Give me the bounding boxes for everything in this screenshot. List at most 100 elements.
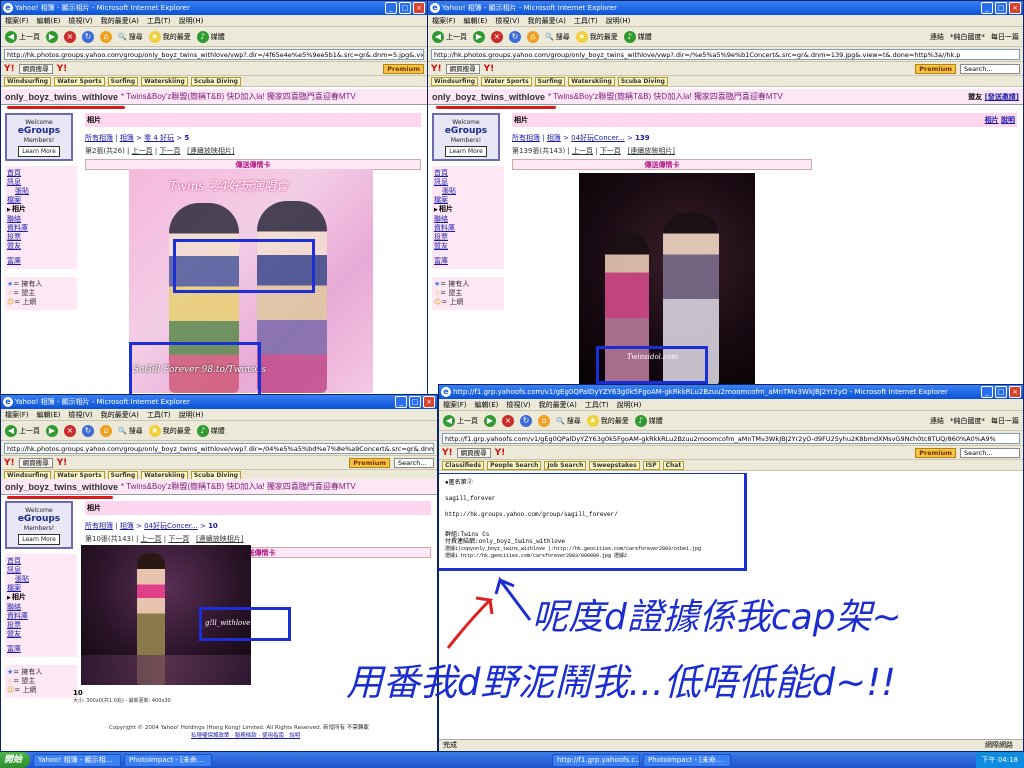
crumb-all-albums[interactable]: 所有相簿 <box>85 522 113 530</box>
media-button[interactable]: ♪ 媒體 <box>196 30 225 43</box>
premium-button[interactable]: Premium <box>349 457 390 468</box>
stop-button[interactable]: × <box>64 30 76 43</box>
next-link[interactable]: 下一頁 <box>159 147 180 155</box>
menu-favorites[interactable]: 我的最愛(A) <box>101 409 139 420</box>
system-tray-clock[interactable]: 下午 04:18 <box>975 752 1024 768</box>
window-4-titlebar[interactable]: e http://f1.grp.yahoofs.com/v1/gEg0QPalD… <box>439 385 1023 399</box>
group-name[interactable]: only_boyz_twins_withlove <box>5 92 118 102</box>
menu-tools[interactable]: 工具(T) <box>147 409 171 420</box>
group-name[interactable]: only_boyz_twins_withlove <box>5 482 118 492</box>
sidebar-item-database[interactable]: 資料庫 <box>7 612 75 621</box>
menu-view[interactable]: 檢視(V) <box>68 15 92 26</box>
yahoo-mail-icon[interactable]: Y! <box>495 448 506 458</box>
send-card-link[interactable]: 傳送傳情卡 <box>512 159 812 170</box>
prev-link[interactable]: 上一頁 <box>141 535 162 543</box>
back-button[interactable]: ◀ 上一頁 <box>5 30 40 43</box>
group-name[interactable]: only_boyz_twins_withlove <box>432 92 545 102</box>
ie-window-1[interactable]: e Yahoo! 相簿 - 顯示相片 - Microsoft Internet … <box>0 0 428 395</box>
photos-link[interactable]: 相片 <box>985 116 999 124</box>
link-waterskiing[interactable]: Waterskiing <box>568 76 615 86</box>
sidebar-item-polls[interactable]: 投票 <box>7 233 75 242</box>
sidebar-item-files[interactable]: 檔案 <box>434 196 502 205</box>
favorites-button[interactable]: ★ 我的最愛 <box>586 414 629 427</box>
window-2-titlebar[interactable]: e Yahoo! 相簿 - 顯示相片 - Microsoft Internet … <box>428 1 1023 15</box>
window-1-titlebar[interactable]: e Yahoo! 相簿 - 顯示相片 - Microsoft Internet … <box>1 1 427 15</box>
egroups-banner[interactable]: Welcome eGroups Members! Learn More <box>5 113 73 161</box>
maximize-button[interactable]: □ <box>399 2 411 14</box>
menu-favorites[interactable]: 我的最愛(A) <box>528 15 566 26</box>
maximize-button[interactable]: □ <box>995 2 1007 14</box>
menu-view[interactable]: 檢視(V) <box>495 15 519 26</box>
crumb-album-name[interactable]: 04好玩Concer... <box>571 134 625 142</box>
learn-more-button[interactable]: Learn More <box>18 146 60 157</box>
evidence-line-5[interactable]: http://hk.groups.yahoo.com/group/sagill_… <box>445 511 741 519</box>
next-link[interactable]: 下一頁 <box>600 147 621 155</box>
sidebar-item-photos[interactable]: 相片 <box>434 205 502 215</box>
search-button[interactable]: 🔍 搜尋 <box>556 416 581 426</box>
minimize-button[interactable]: _ <box>981 2 993 14</box>
link-sweepstakes[interactable]: Sweepstakes <box>589 460 640 470</box>
link-scuba-diving[interactable]: Scuba Diving <box>190 76 241 86</box>
sidebar-item-home[interactable]: 首頁 <box>7 169 75 178</box>
favorites-button[interactable]: ★ 我的最愛 <box>148 424 191 437</box>
next-link[interactable]: 下一頁 <box>168 535 189 543</box>
slideshow-link[interactable]: [連續放映相片] <box>628 147 675 155</box>
sidebar-item-treasury[interactable]: 富庫 <box>434 257 502 266</box>
sidebar-item-links[interactable]: 聯絡 <box>7 215 75 224</box>
search-input[interactable]: Search... <box>960 447 1020 458</box>
link-classifieds[interactable]: Classifieds <box>442 460 485 470</box>
sidebar-item-treasury[interactable]: 富庫 <box>7 645 75 654</box>
prev-link[interactable]: 上一頁 <box>572 147 593 155</box>
link-daily[interactable]: 每日一篇 <box>991 416 1019 426</box>
menu-edit[interactable]: 編輯(E) <box>37 409 61 420</box>
back-button[interactable]: ◀ 上一頁 <box>443 414 478 427</box>
forward-button[interactable]: ▶ <box>484 414 496 427</box>
favorites-button[interactable]: ★ 我的最愛 <box>575 30 618 43</box>
task-yahoofs-page[interactable]: http://f1.grp.yahoofs.c... <box>552 753 641 767</box>
refresh-button[interactable]: ↻ <box>520 414 532 427</box>
yahoo-mail-icon[interactable]: Y! <box>484 64 495 74</box>
address-input[interactable]: http://f1.grp.yahoofs.com/v1/gEg0QPalDyY… <box>442 432 1020 444</box>
stop-button[interactable]: × <box>491 30 503 43</box>
yahoo-web-search-button[interactable]: 網頁搜尋 <box>18 457 53 468</box>
menu-help[interactable]: 說明(H) <box>606 15 631 26</box>
menu-file[interactable]: 檔案(F) <box>443 399 467 410</box>
sidebar-item-photos[interactable]: 相片 <box>7 593 75 603</box>
menu-help[interactable]: 說明(H) <box>179 15 204 26</box>
home-button[interactable]: ⌂ <box>100 30 112 43</box>
sidebar-item-database[interactable]: 資料庫 <box>434 224 502 233</box>
sidebar-item-polls[interactable]: 投票 <box>7 621 75 630</box>
window-3-titlebar[interactable]: e Yahoo! 相簿 - 顯示相片 - Microsoft Internet … <box>1 395 437 409</box>
back-button[interactable]: ◀ 上一頁 <box>5 424 40 437</box>
sidebar-item-post[interactable]: 張貼 <box>7 575 75 584</box>
link-pure-white[interactable]: *純白國度* <box>950 416 985 426</box>
sidebar-item-home[interactable]: 首頁 <box>7 557 75 566</box>
menu-edit[interactable]: 編輯(E) <box>475 399 499 410</box>
crumb-all-albums[interactable]: 所有相簿 <box>512 134 540 142</box>
menu-help[interactable]: 說明(H) <box>617 399 642 410</box>
link-windsurfing[interactable]: Windsurfing <box>431 76 479 86</box>
sidebar-item-links[interactable]: 聯絡 <box>7 603 75 612</box>
crumb-album-name[interactable]: 零 4 好玩 <box>144 134 174 142</box>
crumb-album-name[interactable]: 04好玩Concer... <box>144 522 198 530</box>
yahoo-mail-icon[interactable]: Y! <box>57 458 68 468</box>
yahoo-web-search-button[interactable]: 網頁搜尋 <box>445 63 480 74</box>
home-button[interactable]: ⌂ <box>527 30 539 43</box>
sidebar-item-files[interactable]: 檔案 <box>7 584 75 593</box>
forward-button[interactable]: ▶ <box>46 30 58 43</box>
home-button[interactable]: ⌂ <box>100 424 112 437</box>
egroups-banner[interactable]: Welcome eGroups Members! Learn More <box>432 113 500 161</box>
address-input[interactable]: http://hk.photos.groups.yahoo.com/group/… <box>4 48 424 60</box>
sidebar-item-members[interactable]: 盟友 <box>7 630 75 639</box>
minimize-button[interactable]: _ <box>395 396 407 408</box>
sidebar-item-post[interactable]: 張貼 <box>434 187 502 196</box>
close-button[interactable]: × <box>413 2 425 14</box>
link-chat[interactable]: Chat <box>662 460 685 470</box>
link-job-search[interactable]: Job Search <box>544 460 587 470</box>
premium-button[interactable]: Premium <box>915 447 956 458</box>
media-button[interactable]: ♪ 媒體 <box>623 30 652 43</box>
maximize-button[interactable]: □ <box>409 396 421 408</box>
link-surfing[interactable]: Surfing <box>107 76 139 86</box>
link-surfing[interactable]: Surfing <box>534 76 566 86</box>
menu-edit[interactable]: 編輯(E) <box>37 15 61 26</box>
